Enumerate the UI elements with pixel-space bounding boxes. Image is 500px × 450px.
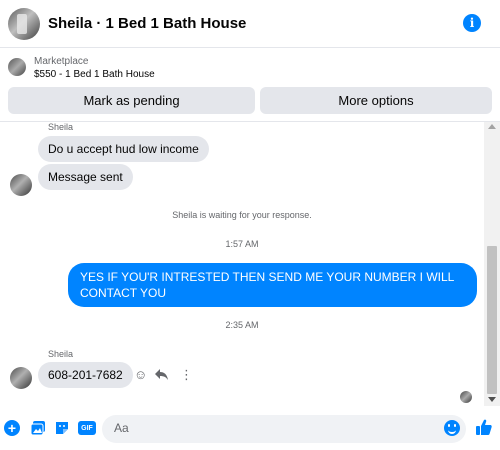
scroll-thumb[interactable] [487, 246, 497, 394]
system-message: Sheila is waiting for your response. [172, 210, 312, 220]
react-icon[interactable]: ☺ [134, 368, 147, 382]
message-composer: + GIF [0, 408, 500, 450]
scroll-up-arrow-icon[interactable] [488, 124, 496, 129]
reply-icon[interactable] [155, 368, 168, 383]
marketplace-label: Marketplace [34, 56, 89, 67]
gif-icon[interactable]: GIF [78, 421, 96, 435]
seen-indicator-avatar [460, 391, 472, 403]
message-input[interactable] [114, 421, 424, 435]
like-icon[interactable] [475, 418, 493, 436]
message-list: Sheila Do u accept hud low income Messag… [0, 122, 484, 404]
info-icon[interactable]: i [463, 14, 481, 32]
message-input-container[interactable] [102, 415, 466, 443]
scroll-down-arrow-icon[interactable] [488, 397, 496, 402]
avatar[interactable] [10, 367, 32, 389]
photo-icon[interactable] [30, 420, 46, 436]
conversation-title[interactable]: Sheila · 1 Bed 1 Bath House [48, 15, 246, 32]
listing-thumbnail[interactable] [8, 58, 26, 76]
outgoing-message[interactable]: YES IF YOU'R INTRESTED THEN SEND ME YOUR… [68, 263, 477, 307]
more-options-button[interactable]: More options [260, 87, 492, 114]
avatar[interactable] [8, 8, 40, 40]
emoji-icon[interactable] [444, 420, 460, 436]
avatar[interactable] [10, 174, 32, 196]
more-actions-icon[interactable]: ⋮ [180, 368, 193, 382]
sender-name: Sheila [48, 349, 74, 359]
timestamp: 1:57 AM [225, 239, 259, 249]
plus-icon[interactable]: + [4, 420, 20, 436]
sticker-icon[interactable] [54, 420, 70, 436]
conversation-header: Sheila · 1 Bed 1 Bath House i [0, 0, 500, 48]
incoming-message[interactable]: Message sent [38, 164, 133, 190]
mark-as-pending-button[interactable]: Mark as pending [8, 87, 255, 114]
message-scrollbar[interactable] [484, 122, 500, 406]
listing-title[interactable]: $550 - 1 Bed 1 Bath House [34, 69, 155, 80]
incoming-message[interactable]: 608-201-7682 [38, 362, 133, 388]
timestamp: 2:35 AM [225, 320, 259, 330]
sender-name: Sheila [48, 122, 74, 132]
incoming-message[interactable]: Do u accept hud low income [38, 136, 209, 162]
